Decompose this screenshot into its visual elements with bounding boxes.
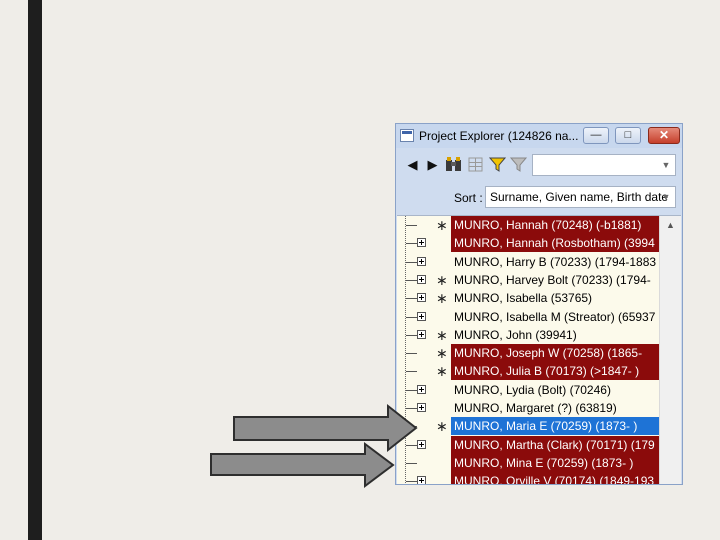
arrow-right-icon[interactable]: ▶: [424, 156, 441, 173]
project-explorer-window: Project Explorer (124826 na... — □ ✕ ◀ ▶…: [395, 123, 683, 485]
asterisk-icon: ∗: [436, 217, 448, 233]
expand-plus-icon[interactable]: [417, 274, 426, 284]
tree-row-label: MUNRO, Lydia (Bolt) (70246): [454, 382, 611, 397]
asterisk-icon: ∗: [436, 418, 448, 435]
tree-row-label: MUNRO, Hannah (70248) (-b1881): [451, 216, 659, 234]
search-combo[interactable]: ▼: [532, 154, 676, 176]
tree-row-label: MUNRO, Mina E (70259) (1873- ): [451, 453, 659, 472]
expand-plus-icon[interactable]: [417, 384, 426, 394]
asterisk-icon: ∗: [436, 290, 448, 307]
tree-row-label: MUNRO, Harvey Bolt (70233) (1794-: [454, 272, 651, 287]
sort-label: Sort :: [454, 191, 483, 205]
tree-branch-line: [406, 462, 417, 464]
window-titlebar[interactable]: Project Explorer (124826 na... — □ ✕: [396, 124, 682, 148]
tree-branch-line: [406, 481, 417, 483]
binoculars-icon[interactable]: [445, 156, 462, 173]
person-tree: ▲ ∗ MUNRO, Hannah (70248) (-b1881) MUNRO, …: [397, 215, 681, 484]
filter-icon[interactable]: [488, 156, 507, 173]
tree-row[interactable]: ∗ MUNRO, John (39941): [397, 326, 659, 344]
asterisk-icon: ∗: [436, 363, 448, 380]
tree-row-label: MUNRO, Julia B (70173) (>1847- ): [451, 362, 659, 381]
tree-row-label: MUNRO, Isabella M (Streator) (65937: [454, 309, 656, 324]
tree-row[interactable]: ∗ MUNRO, Harvey Bolt (70233) (1794-: [397, 271, 659, 289]
tree-branch-line: [406, 225, 417, 226]
tree-row[interactable]: ∗ MUNRO, Maria E (70259) (1873- ): [397, 417, 659, 436]
tree-row[interactable]: ∗ MUNRO, Joseph W (70258) (1865-: [397, 344, 659, 363]
pointer-arrow-icon: [210, 442, 395, 488]
tree-row[interactable]: MUNRO, Mina E (70259) (1873- ): [397, 453, 659, 472]
grid-icon[interactable]: [467, 156, 484, 173]
tree-row-label: MUNRO, Hannah (Rosbotham) (3994: [451, 234, 659, 253]
tree-row[interactable]: ∗ MUNRO, Hannah (70248) (-b1881): [397, 216, 659, 234]
tree-row[interactable]: ∗ MUNRO, Julia B (70173) (>1847- ): [397, 362, 659, 381]
tree-row[interactable]: MUNRO, Hannah (Rosbotham) (3994: [397, 234, 659, 253]
expand-plus-icon[interactable]: [417, 293, 426, 303]
asterisk-icon: ∗: [436, 271, 448, 288]
expand-plus-icon[interactable]: [417, 238, 426, 248]
tree-scrollbar[interactable]: ▲: [659, 216, 681, 484]
tree-branch-line: [406, 334, 417, 336]
tree-row[interactable]: MUNRO, Orville V (70174) (1849-193: [397, 472, 659, 484]
expand-plus-icon[interactable]: [417, 476, 426, 484]
tree-branch-line: [406, 389, 417, 391]
tree-branch-line: [406, 298, 417, 300]
sort-bar: Sort : Surname, Given name, Birth date ▼: [396, 182, 682, 212]
tree-row-label: MUNRO, Maria E (70259) (1873- ): [451, 417, 659, 436]
tree-branch-line: [406, 316, 417, 318]
asterisk-icon: ∗: [436, 326, 448, 343]
tree-branch-line: [406, 261, 417, 263]
sort-select[interactable]: Surname, Given name, Birth date ▼: [485, 186, 676, 208]
asterisk-icon: ∗: [436, 345, 448, 362]
tree-branch-line: [406, 371, 417, 373]
expand-plus-icon[interactable]: [417, 311, 426, 321]
tree-row[interactable]: MUNRO, Martha (Clark) (70171) (179: [397, 435, 659, 454]
tree-row-label: MUNRO, Orville V (70174) (1849-193: [451, 472, 659, 484]
chevron-down-icon[interactable]: ▼: [659, 158, 673, 172]
tree-row-label: MUNRO, Joseph W (70258) (1865-: [451, 344, 659, 363]
window-title: Project Explorer (124826 na...: [419, 129, 579, 143]
tree-row-label: MUNRO, Isabella (53765): [454, 291, 593, 306]
close-button[interactable]: ✕: [648, 127, 680, 144]
tree-row-label: MUNRO, John (39941): [454, 327, 577, 342]
tree-branch-line: [406, 353, 417, 355]
tree-row[interactable]: MUNRO, Lydia (Bolt) (70246): [397, 381, 659, 399]
arrow-left-icon[interactable]: ◀: [404, 156, 421, 173]
explorer-toolbar: ◀ ▶ ▼: [396, 148, 682, 182]
app-window-icon: [400, 129, 414, 142]
tree-branch-line: [406, 243, 417, 245]
expand-plus-icon[interactable]: [417, 329, 426, 339]
tree-row[interactable]: ∗ MUNRO, Isabella (53765): [397, 289, 659, 307]
tree-row[interactable]: MUNRO, Isabella M (Streator) (65937: [397, 308, 659, 326]
tree-row-label: MUNRO, Margaret (?) (63819): [454, 401, 617, 415]
minimize-button[interactable]: —: [583, 127, 609, 144]
tree-row[interactable]: MUNRO, Harry B (70233) (1794-1883: [397, 253, 659, 271]
slide-accent-bar: [28, 0, 42, 540]
tree-row-label: MUNRO, Harry B (70233) (1794-1883: [454, 254, 657, 269]
scroll-up-icon[interactable]: ▲: [664, 220, 677, 230]
maximize-button[interactable]: □: [615, 127, 641, 144]
expand-plus-icon[interactable]: [417, 256, 426, 266]
sort-select-value: Surname, Given name, Birth date: [490, 190, 669, 204]
tree-row-label: MUNRO, Martha (Clark) (70171) (179: [451, 435, 659, 454]
tree-branch-line: [406, 279, 417, 281]
clear-filter-icon[interactable]: [509, 156, 528, 173]
tree-row[interactable]: MUNRO, Margaret (?) (63819): [397, 399, 659, 417]
chevron-down-icon[interactable]: ▼: [659, 190, 673, 204]
